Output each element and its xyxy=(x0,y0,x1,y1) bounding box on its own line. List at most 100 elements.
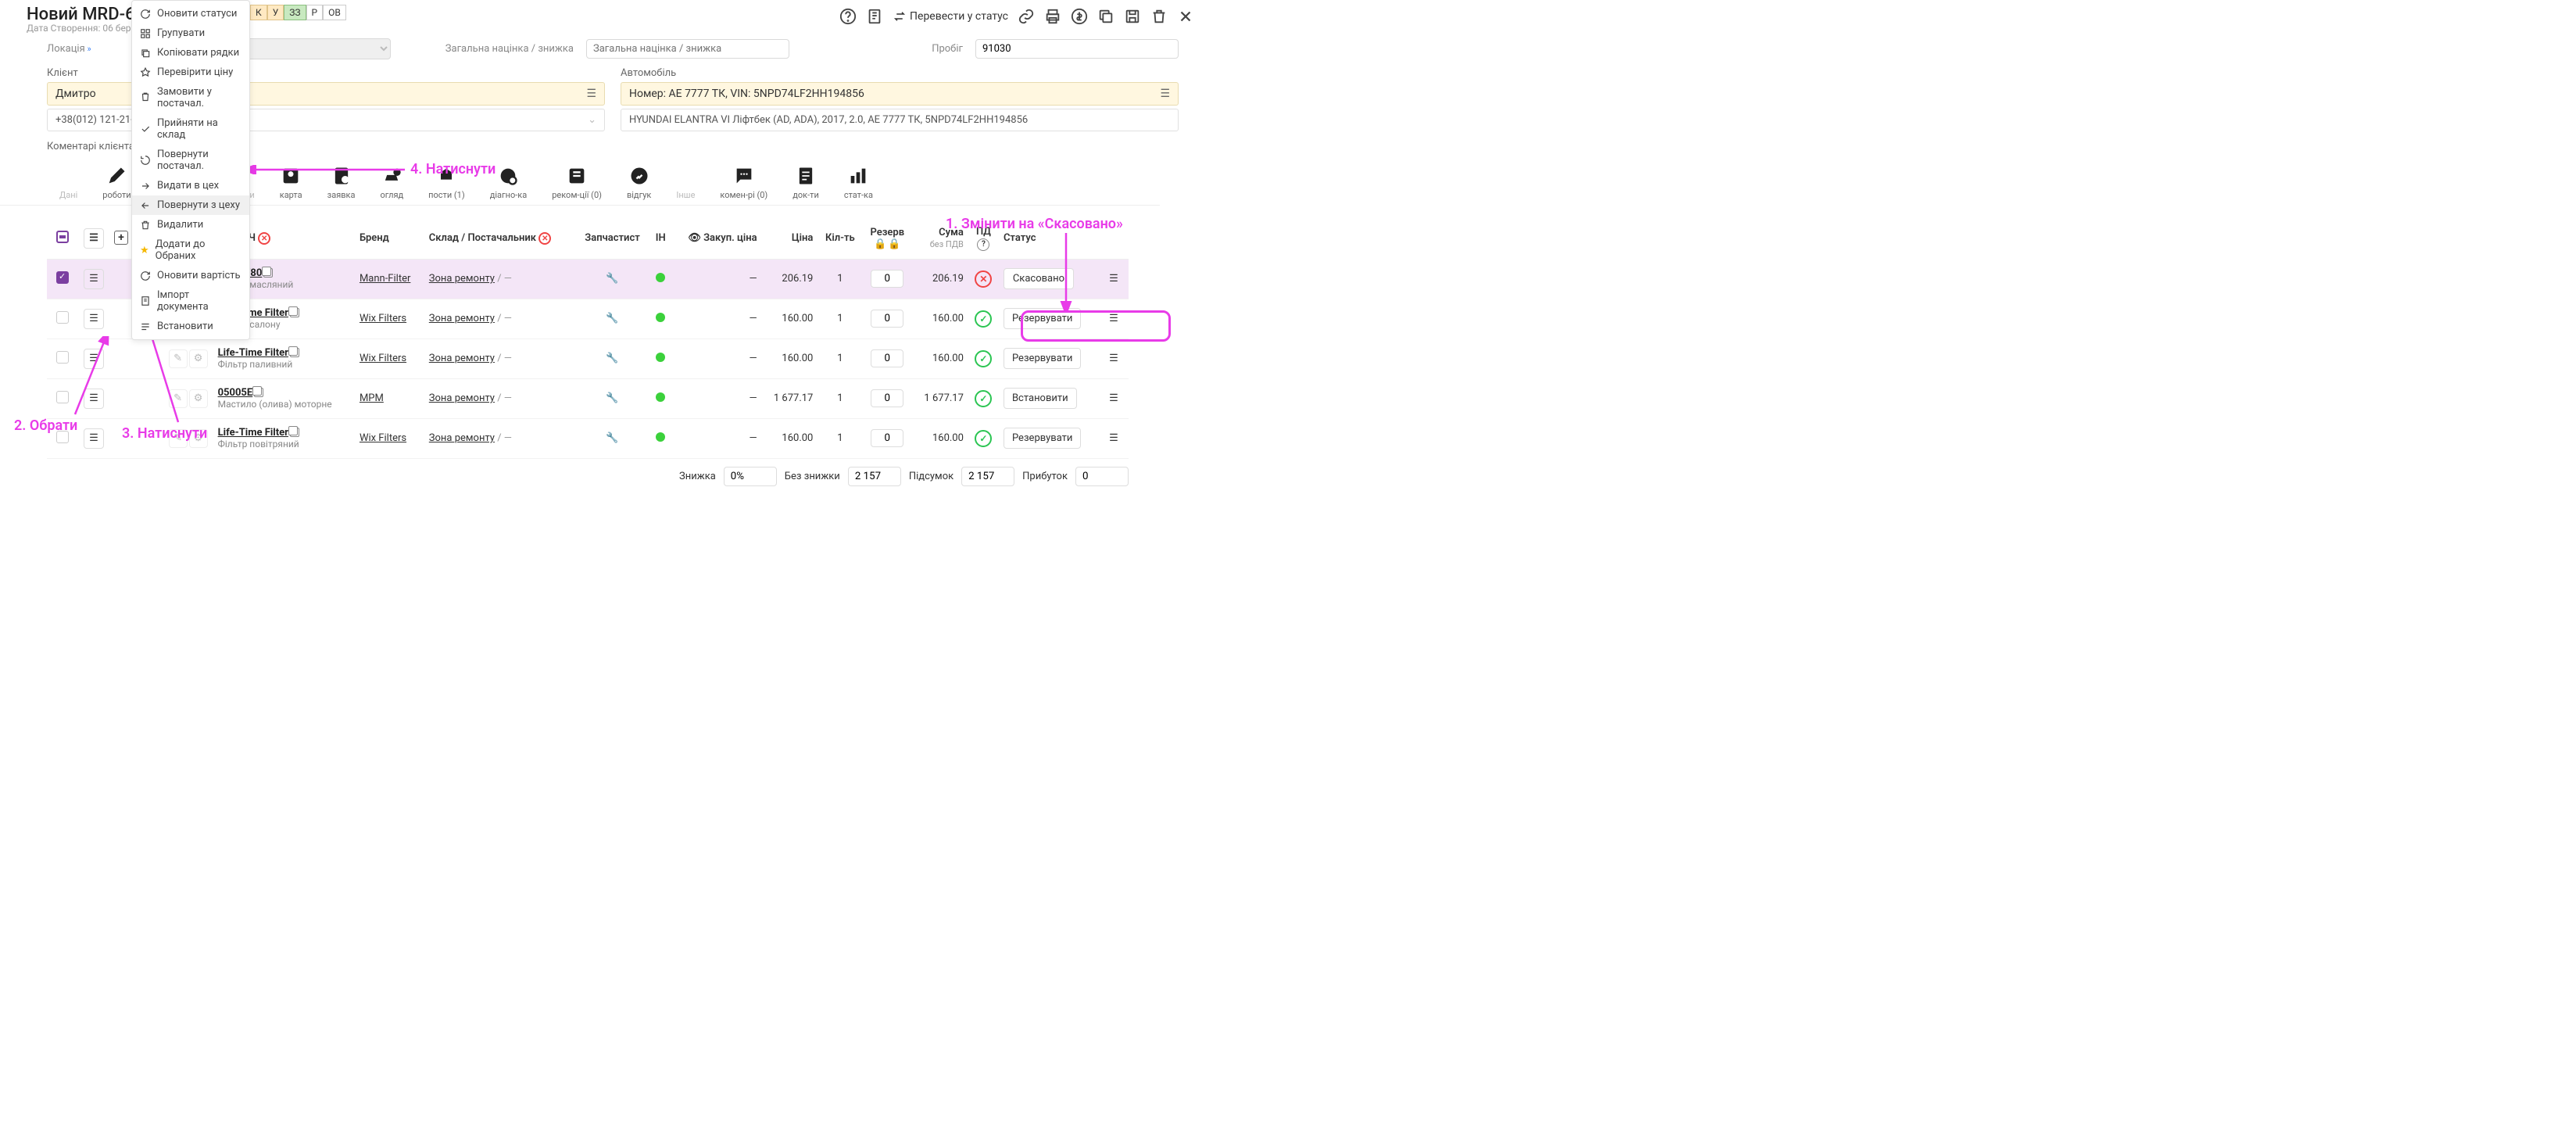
part-code[interactable]: Life-Time Filter xyxy=(218,427,288,439)
tab-recommendations[interactable]: реком-ції (0) xyxy=(539,159,614,205)
copy-icon[interactable] xyxy=(254,388,263,397)
row-menu-button[interactable]: ☰ xyxy=(84,269,104,289)
discount-input[interactable] xyxy=(724,467,777,486)
tab-request[interactable]: заявка xyxy=(315,159,368,205)
reserve-input[interactable] xyxy=(871,310,903,328)
tab-map[interactable]: карта xyxy=(267,159,315,205)
stock-link[interactable]: Зона ремонту xyxy=(429,273,495,285)
vehicle-desc-row[interactable]: HYUNDAI ELANTRA VI Ліфтбек (AD, ADA), 20… xyxy=(621,109,1179,131)
subtotal-input[interactable] xyxy=(961,467,1014,486)
money-icon[interactable] xyxy=(1071,8,1088,25)
th-qty[interactable]: Кіл-ть xyxy=(818,218,862,259)
markup-input[interactable] xyxy=(586,39,789,59)
th-specialist[interactable]: Запчастист xyxy=(575,218,649,259)
part-code[interactable]: Life-Time Filter xyxy=(218,347,288,359)
stock-link[interactable]: Зона ремонту xyxy=(429,392,495,404)
row-menu-button[interactable]: ☰ xyxy=(1104,389,1124,409)
row-menu-button[interactable]: ☰ xyxy=(84,309,104,329)
copy-icon[interactable] xyxy=(263,268,273,278)
row-menu-button[interactable]: ☰ xyxy=(84,428,104,449)
part-code[interactable]: 05005E xyxy=(218,387,253,399)
status-button[interactable]: Встановити xyxy=(1004,388,1077,409)
reserve-input[interactable] xyxy=(871,270,903,288)
profit-input[interactable] xyxy=(1075,467,1129,486)
help-icon[interactable]: ? xyxy=(977,238,989,251)
row-menu-button[interactable]: ☰ xyxy=(84,389,104,409)
brand-link[interactable]: MPM xyxy=(360,392,384,404)
link-icon[interactable] xyxy=(1018,8,1035,25)
copy-icon[interactable] xyxy=(290,348,299,357)
wrench-icon[interactable]: 🔧 xyxy=(606,392,618,404)
status-chip[interactable]: У xyxy=(267,5,284,20)
th-price[interactable]: Ціна xyxy=(762,218,818,259)
ctx-update-cost[interactable]: Оновити вартість xyxy=(132,266,249,285)
add-row-button[interactable]: + xyxy=(114,231,128,245)
edit-icon[interactable]: ✎ xyxy=(169,349,188,368)
ctx-update-statuses[interactable]: Оновити статуси xyxy=(132,4,249,23)
eye-off-icon[interactable]: 👁 xyxy=(688,232,701,244)
pd-status-icon[interactable]: ✓ xyxy=(975,350,992,367)
hamburger-icon[interactable]: ☰ xyxy=(1160,88,1170,100)
save-icon[interactable] xyxy=(1124,8,1141,25)
tab-statistics[interactable]: стат-ка xyxy=(832,159,886,205)
tab-diagnostics[interactable]: діагно-ка xyxy=(478,159,540,205)
pd-status-icon[interactable]: ✓ xyxy=(975,310,992,328)
hamburger-icon[interactable]: ☰ xyxy=(586,88,596,100)
pd-status-icon[interactable]: ✓ xyxy=(975,430,992,447)
transfer-status-button[interactable]: Перевести у статус xyxy=(893,9,1008,23)
settings-icon[interactable]: ⚙ xyxy=(189,389,208,408)
row-menu-button[interactable]: ☰ xyxy=(1104,309,1124,329)
mileage-input[interactable] xyxy=(975,39,1179,59)
reserve-input[interactable] xyxy=(871,429,903,447)
th-sum[interactable]: Сумабез ПДВ xyxy=(912,218,968,259)
lock-icon[interactable]: 🔒 xyxy=(888,238,900,250)
ctx-install[interactable]: Встановити xyxy=(132,317,249,336)
status-chip[interactable]: ЗЗ xyxy=(284,5,306,20)
remove-icon[interactable]: ✕ xyxy=(538,232,551,245)
copy-icon[interactable] xyxy=(290,308,299,317)
vehicle-plate-row[interactable]: Номер: АЕ 7777 ТК, VIN: 5NPD74LF2HH19485… xyxy=(621,82,1179,106)
remove-icon[interactable]: ✕ xyxy=(258,232,270,245)
trash-icon[interactable] xyxy=(1150,8,1168,25)
pd-status-icon[interactable]: ✕ xyxy=(975,270,992,288)
settings-icon[interactable]: ⚙ xyxy=(189,349,208,368)
status-button[interactable]: Резервувати xyxy=(1004,308,1081,329)
pd-status-icon[interactable]: ✓ xyxy=(975,390,992,407)
stock-link[interactable]: Зона ремонту xyxy=(429,432,495,444)
header-menu-button[interactable]: ☰ xyxy=(84,228,104,249)
ctx-delete[interactable]: Видалити xyxy=(132,215,249,235)
edit-icon[interactable]: ✎ xyxy=(169,389,188,408)
row-checkbox[interactable] xyxy=(56,311,69,324)
wrench-icon[interactable]: 🔧 xyxy=(606,353,618,364)
tab-other[interactable]: Інше xyxy=(664,184,707,205)
status-chip[interactable]: К xyxy=(250,5,267,20)
reserve-input[interactable] xyxy=(871,389,903,407)
th-in[interactable]: ІН xyxy=(649,218,672,259)
tab-comments[interactable]: комен-рі (0) xyxy=(707,159,780,205)
select-all-checkbox[interactable] xyxy=(56,231,69,243)
row-menu-button[interactable]: ☰ xyxy=(84,349,104,369)
stock-link[interactable]: Зона ремонту xyxy=(429,353,495,364)
row-checkbox[interactable] xyxy=(56,431,69,443)
ctx-group[interactable]: Групувати xyxy=(132,23,249,43)
row-menu-button[interactable]: ☰ xyxy=(1104,428,1124,449)
ctx-add-favorite[interactable]: ★Додати до Обраних xyxy=(132,235,249,266)
help-icon[interactable] xyxy=(839,8,857,25)
reserve-input[interactable] xyxy=(871,349,903,367)
status-button[interactable]: Скасовано xyxy=(1004,268,1074,289)
lock-icon[interactable]: 🔒 xyxy=(874,238,886,250)
ctx-return-workshop[interactable]: Повернути з цеху xyxy=(132,195,249,215)
no-discount-input[interactable] xyxy=(848,467,901,486)
receipt-icon[interactable] xyxy=(866,8,883,25)
tab-review[interactable]: відгук xyxy=(614,159,664,205)
brand-link[interactable]: Wix Filters xyxy=(360,432,406,444)
copy-icon[interactable] xyxy=(290,428,299,437)
status-button[interactable]: Резервувати xyxy=(1004,428,1081,449)
ctx-order-supplier[interactable]: Замовити у постачал. xyxy=(132,82,249,113)
wrench-icon[interactable]: 🔧 xyxy=(606,432,618,444)
th-stock[interactable]: Склад / Постачальник ✕ xyxy=(424,218,575,259)
tab-inspection[interactable]: огляд xyxy=(367,159,416,205)
row-menu-button[interactable]: ☰ xyxy=(1104,269,1124,289)
copy-icon[interactable] xyxy=(1097,8,1114,25)
tab-data[interactable]: Дані xyxy=(47,184,90,205)
